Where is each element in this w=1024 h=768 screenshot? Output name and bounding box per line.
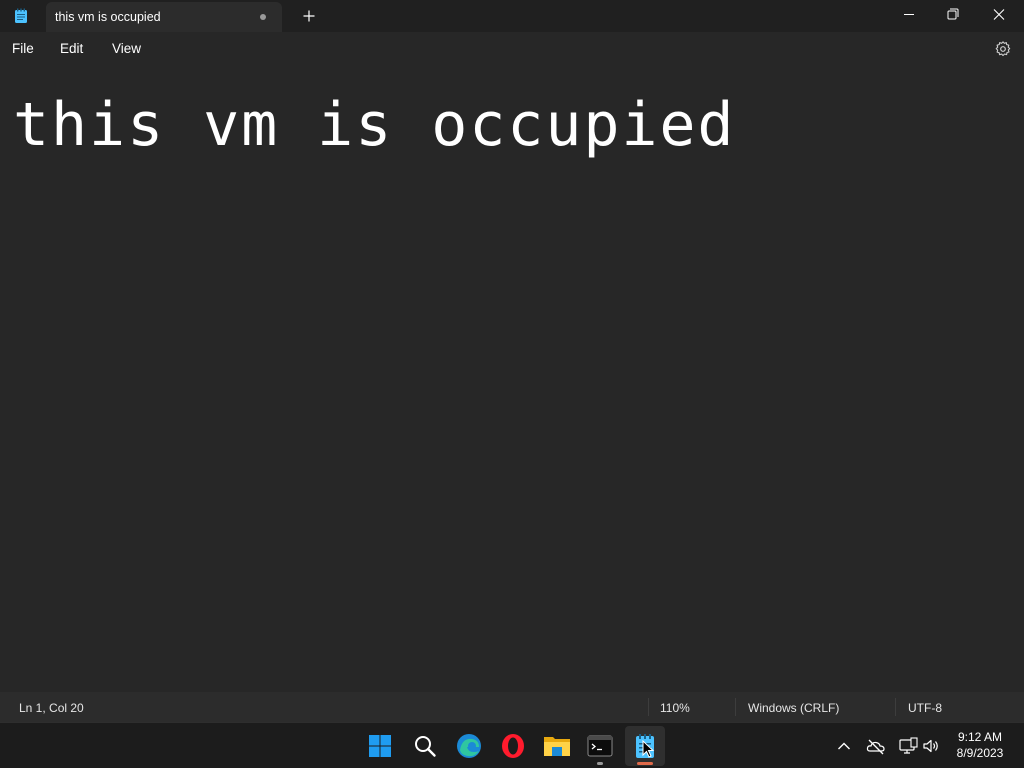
notepad-icon xyxy=(15,8,27,23)
running-indicator xyxy=(597,762,603,765)
search-icon[interactable] xyxy=(411,732,439,760)
encoding: UTF-8 xyxy=(908,701,942,715)
status-divider xyxy=(735,698,736,716)
title-bar: this vm is occupied xyxy=(0,0,1024,32)
line-ending: Windows (CRLF) xyxy=(748,701,840,715)
menu-view[interactable]: View xyxy=(112,41,141,56)
tab-title: this vm is occupied xyxy=(55,10,161,24)
clock-date: 8/9/2023 xyxy=(956,746,1004,760)
document-tab[interactable]: this vm is occupied xyxy=(46,2,282,32)
minimize-icon[interactable] xyxy=(886,0,932,30)
unsaved-dot-icon[interactable] xyxy=(260,14,266,20)
zoom-level: 110% xyxy=(660,701,690,715)
opera-browser-icon[interactable] xyxy=(499,732,527,760)
active-indicator xyxy=(637,762,653,765)
chevron-up-icon[interactable] xyxy=(834,736,854,756)
network-icon[interactable] xyxy=(898,736,918,756)
text-editor[interactable]: this vm is occupied xyxy=(0,66,1024,692)
terminal-icon[interactable] xyxy=(586,732,614,760)
menu-file[interactable]: File xyxy=(12,41,34,56)
edge-browser-icon[interactable] xyxy=(455,732,483,760)
onedrive-offline-icon[interactable] xyxy=(866,736,886,756)
file-explorer-icon[interactable] xyxy=(543,732,571,760)
plus-icon[interactable] xyxy=(298,6,320,26)
volume-icon[interactable] xyxy=(921,736,941,756)
status-divider xyxy=(895,698,896,716)
close-icon[interactable] xyxy=(976,0,1022,30)
taskbar: 9:12 AM 8/9/2023 xyxy=(0,722,1024,768)
restore-icon[interactable] xyxy=(930,0,976,30)
editor-content[interactable]: this vm is occupied xyxy=(13,90,735,160)
notepad-taskbar-icon[interactable] xyxy=(631,732,659,760)
status-divider xyxy=(648,698,649,716)
status-bar: Ln 1, Col 20 110% Windows (CRLF) UTF-8 xyxy=(0,692,1024,722)
gear-icon[interactable] xyxy=(994,40,1012,58)
cursor-position: Ln 1, Col 20 xyxy=(19,701,84,715)
menu-edit[interactable]: Edit xyxy=(60,41,83,56)
clock-time: 9:12 AM xyxy=(957,730,1003,744)
windows-start-icon[interactable] xyxy=(366,732,394,760)
system-clock[interactable]: 9:12 AM 8/9/2023 xyxy=(948,729,1012,761)
menu-bar: File Edit View xyxy=(0,32,1024,66)
